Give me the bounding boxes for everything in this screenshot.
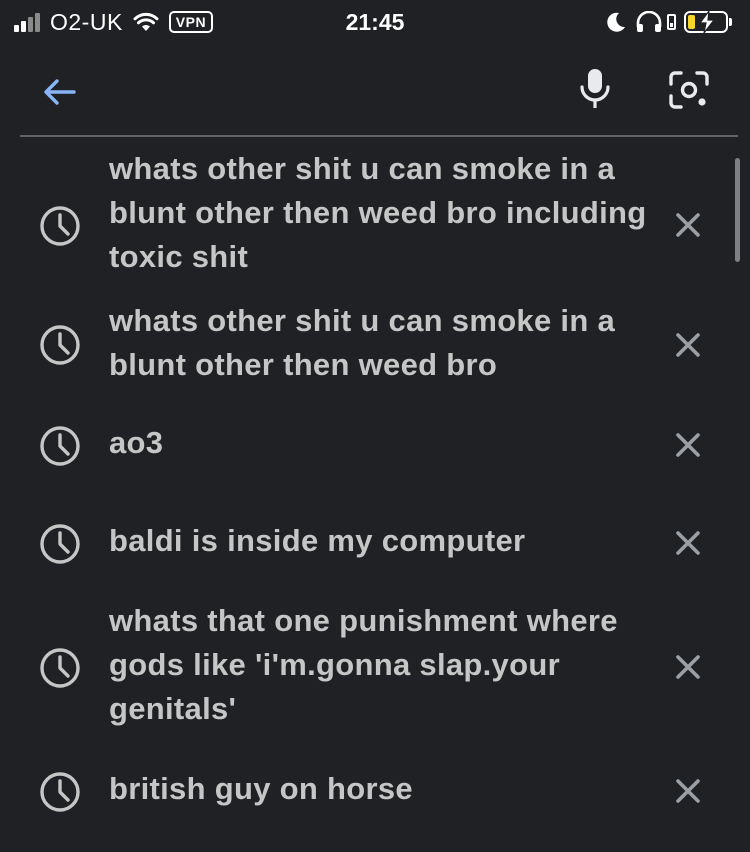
history-clock-icon (40, 772, 80, 812)
history-item[interactable]: baldi is inside my computer (0, 519, 750, 569)
microphone-icon[interactable] (578, 68, 612, 110)
status-right (605, 8, 732, 36)
remove-history-icon[interactable] (672, 527, 704, 559)
history-query-text: whats other shit u can smoke in a blunt … (109, 151, 647, 274)
history-query-text: ao3 (109, 425, 164, 460)
back-arrow-icon[interactable] (40, 72, 80, 112)
header-divider (20, 135, 738, 137)
history-item[interactable]: whats other shit u can smoke in a blunt … (0, 299, 750, 395)
remove-history-icon[interactable] (672, 429, 704, 461)
history-query-text: british guy on horse (109, 771, 413, 806)
scrollbar[interactable] (735, 158, 740, 262)
history-clock-icon (40, 206, 80, 246)
history-clock-icon (40, 325, 80, 365)
remove-history-icon[interactable] (672, 209, 704, 241)
history-item[interactable]: british guy on horse (0, 767, 750, 817)
search-header (0, 44, 750, 136)
camera-search-icon[interactable] (668, 70, 710, 110)
history-clock-icon (40, 648, 80, 688)
history-query-text: whats other shit u can smoke in a blunt … (109, 303, 616, 382)
history-item[interactable]: whats other shit u can smoke in a blunt … (0, 147, 750, 289)
history-item[interactable]: whats that one punishment where gods lik… (0, 599, 750, 741)
battery-level-fill (688, 15, 695, 29)
history-query-text: baldi is inside my computer (109, 523, 526, 558)
status-bar: O2-UK VPN 21:45 (0, 0, 750, 44)
history-query-text: whats that one punishment where gods lik… (109, 603, 618, 726)
remove-history-icon[interactable] (672, 329, 704, 361)
remove-history-icon[interactable] (672, 651, 704, 683)
headphones-icon (636, 11, 662, 32)
history-item[interactable]: ao3 (0, 421, 750, 471)
charging-bolt-icon (698, 11, 716, 33)
remove-history-icon[interactable] (672, 775, 704, 807)
battery-small-icon (667, 14, 676, 30)
moon-icon (607, 12, 625, 32)
battery-icon (684, 11, 732, 33)
history-clock-icon (40, 524, 80, 564)
history-clock-icon (40, 426, 80, 466)
